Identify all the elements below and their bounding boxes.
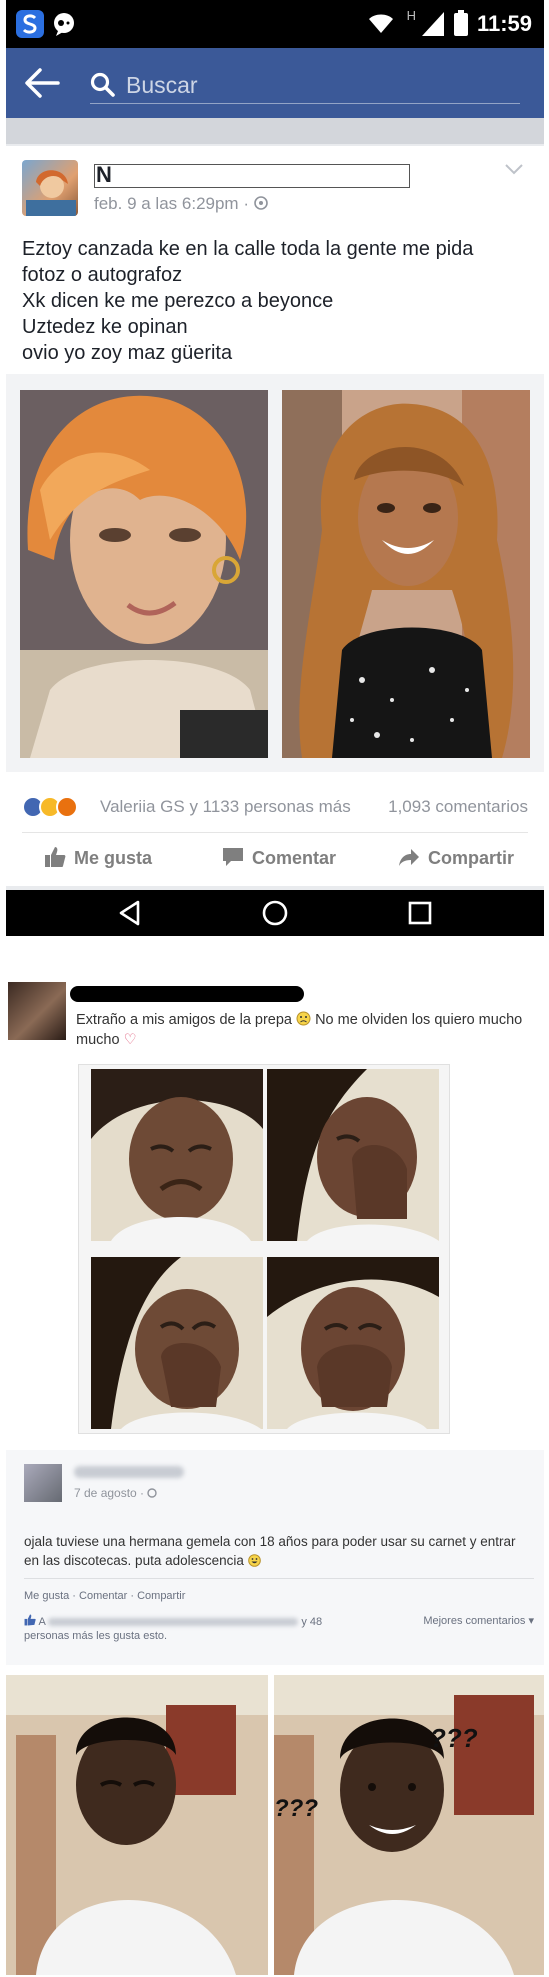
likes-suffix: personas más les gusta esto.	[24, 1630, 168, 1642]
network-type-label: H	[406, 8, 416, 23]
comment-icon	[223, 848, 243, 866]
author-initial: N	[96, 162, 112, 187]
thumbs-up-icon	[24, 1614, 36, 1626]
globe-icon	[253, 196, 268, 210]
sad-emoji-icon	[296, 1011, 311, 1026]
post-date: 7 de agosto ·	[74, 1486, 145, 1500]
post-line: Xk dicen ke me perezco a beyonce	[22, 290, 334, 312]
photo-woman-blonde[interactable]	[20, 390, 268, 758]
clock: 11:59	[476, 11, 532, 36]
status-bar: H 11:59	[6, 0, 544, 48]
crying-meme-post: Extraño a mis amigos de la prepa No me o…	[6, 968, 544, 1438]
reactions-names: Valeriia GS y 1133 personas más	[100, 797, 351, 816]
author-name-redacted	[70, 986, 304, 1002]
divider	[22, 832, 528, 833]
avatar[interactable]	[8, 982, 66, 1040]
comments-count[interactable]: 1,093 comentarios	[388, 797, 528, 817]
post-line: mucho	[76, 1032, 120, 1048]
comment-button[interactable]: Comentar	[223, 848, 337, 869]
wifi-icon	[369, 14, 393, 33]
search-placeholder: Buscar	[126, 72, 198, 98]
crying-photo[interactable]	[267, 1257, 439, 1429]
likes-names-blurred	[48, 1618, 299, 1627]
like-button[interactable]: Me gusta	[45, 847, 153, 869]
back-arrow-icon[interactable]	[24, 66, 60, 100]
reactions-summary[interactable]: Valeriia GS y 1133 personas más 1,093 co…	[22, 794, 528, 822]
crying-photo[interactable]	[91, 1069, 263, 1241]
android-nav-bar	[6, 890, 544, 936]
post-line: Extraño a mis amigos de la prepa	[76, 1012, 292, 1028]
nav-back-icon[interactable]	[116, 899, 144, 927]
post-timestamp[interactable]: feb. 9 a las 6:29pm ·	[94, 194, 268, 214]
likes-prefix: A	[38, 1616, 46, 1628]
grin-emoji-icon	[247, 1554, 261, 1567]
feed-separator	[6, 118, 544, 144]
post-text: Extraño a mis amigos de la prepa No me o…	[76, 1010, 546, 1050]
likes-count: y 48	[301, 1616, 323, 1628]
crying-photo[interactable]	[267, 1069, 439, 1241]
confused-reaction-meme: ??? ???	[6, 1675, 544, 1975]
search-icon	[90, 72, 115, 97]
twin-sister-post: 7 de agosto · ojala tuviese una hermana …	[6, 1450, 544, 1665]
photo-grid	[78, 1064, 450, 1434]
search-input[interactable]: Buscar	[90, 68, 520, 104]
question-marks-label: ???	[274, 1795, 318, 1822]
post-line: ovio yo zoy maz güerita	[22, 342, 233, 364]
facebook-app-screen: H 11:59 Buscar N feb. 9 a las 6:29pm · E…	[6, 0, 544, 936]
post-line: fotoz o autografoz	[22, 264, 183, 286]
post-photos	[6, 374, 544, 772]
screenshot-collage: H 11:59 Buscar N feb. 9 a las 6:29pm · E…	[0, 0, 549, 1977]
battery-icon	[454, 10, 468, 36]
share-button[interactable]: Compartir	[399, 848, 515, 869]
chat-notification-icon	[50, 10, 78, 38]
angry-reaction-icon	[56, 796, 78, 818]
post-date: feb. 9 a las 6:29pm ·	[94, 194, 249, 213]
nav-recents-icon[interactable]	[406, 899, 434, 927]
chevron-down-icon[interactable]	[504, 162, 524, 176]
divider	[24, 1578, 534, 1579]
post-actions: Me gusta Comentar Compartir	[6, 840, 544, 880]
comment-sort-dropdown[interactable]: Mejores comentarios ▾	[423, 1614, 534, 1627]
thumbs-up-icon	[45, 847, 66, 867]
feed-post: N feb. 9 a las 6:29pm · Eztoy canzada ke…	[6, 146, 544, 886]
avatar[interactable]	[22, 160, 78, 216]
post-actions[interactable]: Me gusta · Comentar · Compartir	[24, 1590, 185, 1602]
share-icon	[399, 849, 419, 866]
globe-icon	[147, 1488, 158, 1498]
post-text: Eztoy canzada ke en la calle toda la gen…	[22, 236, 522, 366]
meme-photo-left	[6, 1675, 268, 1975]
likes-summary: A y 48 Mejores comentarios ▾ personas má…	[24, 1614, 534, 1642]
post-line: Eztoy canzada ke en la calle toda la gen…	[22, 238, 474, 260]
post-body: ojala tuviese una hermana gemela con 18 …	[24, 1534, 516, 1568]
photo-beyonce[interactable]	[282, 390, 530, 758]
heart-icon: ♡	[123, 1032, 137, 1048]
app-s-icon	[16, 10, 44, 38]
comment-label: Comentar	[252, 848, 337, 868]
signal-icon	[422, 12, 444, 36]
author-name-blurred	[74, 1466, 184, 1478]
post-line: No me olviden los quiero mucho	[315, 1012, 523, 1028]
like-label: Me gusta	[74, 848, 153, 868]
author-name-redacted[interactable]	[94, 164, 410, 188]
meme-photo-right: ??? ???	[274, 1675, 544, 1975]
question-marks-label: ???	[430, 1723, 478, 1753]
avatar[interactable]	[24, 1464, 62, 1502]
app-bar: Buscar	[6, 48, 544, 118]
post-timestamp[interactable]: 7 de agosto ·	[74, 1486, 158, 1500]
post-line: Uztedez ke opinan	[22, 316, 188, 338]
nav-home-icon[interactable]	[261, 899, 289, 927]
post-text: ojala tuviese una hermana gemela con 18 …	[24, 1532, 534, 1570]
crying-photo[interactable]	[91, 1257, 263, 1429]
share-label: Compartir	[428, 848, 515, 868]
